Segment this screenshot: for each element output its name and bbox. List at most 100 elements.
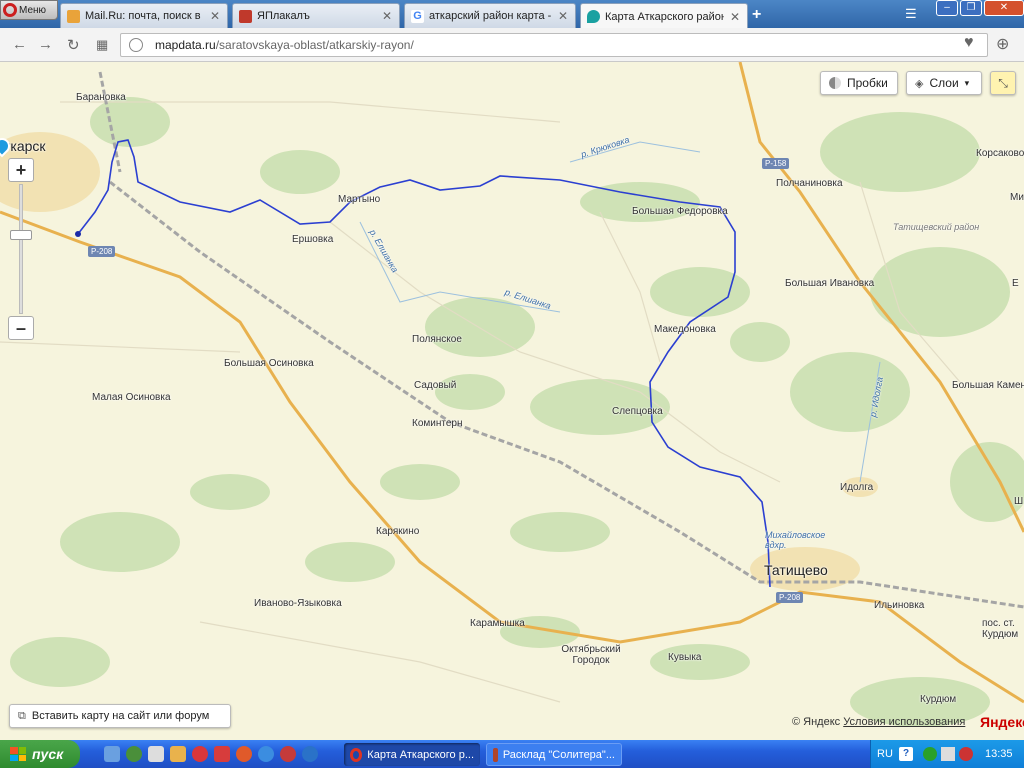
language-indicator[interactable]: RU [877, 748, 893, 760]
menu-label: Меню [19, 4, 47, 16]
place-label: Македоновка [654, 324, 716, 335]
taskbar: пуск Карта Аткарского р... Расклад "Соли… [0, 740, 1024, 768]
explorer-icon[interactable] [148, 746, 164, 762]
place-label: Большая Ивановка [785, 278, 875, 289]
place-label: Е [1012, 278, 1019, 289]
tab-strip: Меню Mail.Ru: почта, поиск в инт ✕ ЯПлак… [0, 0, 1024, 29]
forward-arrow-icon[interactable]: → [38, 36, 53, 53]
place-label: Барановка [76, 92, 126, 103]
collapse-arrows-icon: ⤡ [998, 75, 1008, 90]
collapse-button[interactable]: ⤡ [990, 71, 1016, 95]
opera-mini-icon[interactable] [280, 746, 296, 762]
ie-icon[interactable] [302, 746, 318, 762]
globe-icon [129, 38, 143, 52]
place-label: Курдюм [920, 694, 957, 705]
close-icon[interactable]: ✕ [729, 10, 741, 24]
opera-icon [350, 747, 363, 762]
opera-quick-icon[interactable] [192, 746, 208, 762]
close-icon[interactable]: ✕ [557, 9, 569, 23]
district-label: Татищевский район [893, 222, 980, 232]
road-badge: Р-158 [762, 158, 790, 169]
tab-label: ЯПлакалъ [257, 10, 310, 22]
embed-icon: ⧉ [18, 709, 26, 722]
opera-logo-icon [3, 3, 17, 17]
place-label: Коминтерн [412, 418, 463, 429]
layers-icon: ◈ [915, 77, 924, 90]
traffic-label: Пробки [847, 76, 888, 90]
map-pin-icon [587, 10, 600, 23]
navigation-bar: ← → ↻ ▦ mapdata.ru/saratovskaya-oblast/a… [0, 28, 1024, 62]
traffic-button[interactable]: Пробки [820, 71, 898, 95]
place-label: Большая Осиновка [224, 358, 314, 369]
maximize-icon[interactable]: ❐ [960, 0, 982, 16]
chromium-icon[interactable] [258, 746, 274, 762]
layers-button[interactable]: ◈ Слои ▾ [906, 71, 982, 95]
place-label: Ильиновка [874, 600, 925, 611]
url-text[interactable]: mapdata.ru/saratovskaya-oblast/atkarskiy… [155, 38, 414, 52]
folder-icon[interactable] [170, 746, 186, 762]
place-label: Идолга [840, 482, 874, 493]
tab-yaplakal[interactable]: ЯПлакалъ ✕ [232, 3, 400, 28]
zoom-slider-thumb[interactable] [10, 230, 32, 240]
place-label: Садовый [414, 380, 457, 391]
yandex-quick-icon[interactable] [214, 746, 230, 762]
place-label: Слепцовка [612, 406, 663, 417]
close-icon[interactable]: ✕ [209, 9, 221, 23]
place-label: пос. ст. Курдюм [982, 618, 1019, 640]
desktop-icon[interactable] [104, 746, 120, 762]
clock[interactable]: 13:35 [985, 748, 1013, 760]
tab-atkarsk-map[interactable]: Карта Аткарского района С ✕ [580, 3, 748, 29]
help-icon[interactable]: ? [899, 747, 913, 761]
traffic-light-icon [829, 77, 841, 89]
back-arrow-icon[interactable]: ← [12, 36, 27, 53]
place-label: Корсаково [976, 148, 1024, 159]
window-close-icon[interactable]: ✕ [984, 0, 1024, 16]
new-tab-plus-icon[interactable]: + [752, 6, 761, 24]
download-icon[interactable]: ⊕ [996, 34, 1009, 54]
opera-menu-button[interactable]: Меню [0, 0, 58, 20]
tab-label: Mail.Ru: почта, поиск в инт [85, 10, 204, 22]
place-label: Мартыно [338, 194, 381, 205]
close-icon[interactable]: ✕ [381, 9, 393, 23]
place-label: Полянское [412, 334, 462, 345]
zoom-in-button[interactable]: + [8, 158, 34, 182]
place-label: Малая Осиновка [92, 392, 171, 403]
yandex-logo[interactable]: Яндекс [980, 714, 1024, 730]
antivirus-icon[interactable] [959, 747, 973, 761]
heart-bookmark-icon[interactable]: ♥ [964, 34, 974, 52]
place-label: Большая Камен [952, 380, 1024, 391]
chevron-down-icon: ▾ [964, 77, 970, 88]
place-label: Карамышка [470, 618, 525, 629]
tab-label: аткарский район карта - П [429, 10, 552, 22]
task-label: Карта Аткарского р... [367, 748, 474, 761]
address-bar[interactable]: mapdata.ru/saratovskaya-oblast/atkarskiy… [120, 33, 988, 57]
tab-mailru[interactable]: Mail.Ru: почта, поиск в инт ✕ [60, 3, 228, 28]
reload-icon[interactable]: ↻ [67, 36, 80, 54]
place-label: Ершовка [292, 234, 334, 245]
place-label: Полчаниновка [776, 178, 843, 189]
taskbar-item-opera[interactable]: Карта Аткарского р... [344, 743, 480, 766]
zoom-slider-track[interactable] [19, 184, 23, 314]
copyright-text: © Яндекс [792, 716, 841, 728]
terms-link[interactable]: Условия использования [843, 716, 965, 728]
chrome-icon[interactable] [126, 746, 142, 762]
zoom-out-button[interactable]: – [8, 316, 34, 340]
start-button[interactable]: пуск [0, 740, 80, 768]
place-label: Кувыка [668, 652, 702, 663]
task-label: Расклад "Солитера"... [502, 748, 615, 761]
road-badge: Р-208 [88, 246, 116, 257]
map-canvas[interactable]: ткарск Барановка Мартыно Ершовка Большая… [0, 62, 1024, 740]
tab-google[interactable]: G аткарский район карта - П ✕ [404, 3, 576, 28]
embed-label: Вставить карту на сайт или форум [31, 710, 210, 722]
windows-logo-icon [10, 747, 26, 761]
speed-dial-grid-icon[interactable]: ▦ [96, 37, 108, 53]
tray-app-icon[interactable] [923, 747, 937, 761]
screen: Меню Mail.Ru: почта, поиск в инт ✕ ЯПлак… [0, 0, 1024, 768]
firefox-icon[interactable] [236, 746, 252, 762]
taskbar-item-solitaire[interactable]: Расклад "Солитера"... [486, 743, 622, 766]
embed-map-button[interactable]: ⧉ Вставить карту на сайт или форум [9, 704, 231, 728]
network-icon[interactable] [941, 747, 955, 761]
minimize-icon[interactable]: – [936, 0, 958, 16]
mailru-icon [67, 9, 80, 23]
tabs-menu-icon[interactable]: ☰ [905, 6, 917, 22]
